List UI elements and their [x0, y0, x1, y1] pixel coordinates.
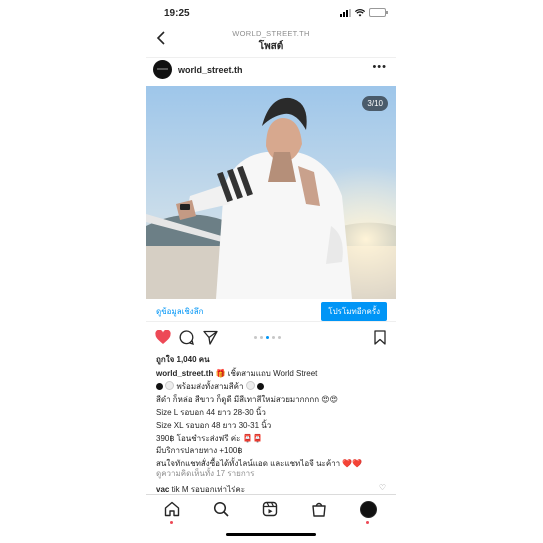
image-counter: 3/10 — [362, 96, 388, 111]
cellular-signal-icon — [340, 8, 351, 17]
post-actions — [146, 329, 396, 350]
post-caption: world_street.th 🎁 เชิ้ตสามแถบ World Stre… — [156, 368, 388, 471]
page-title: โพสต์ — [258, 41, 284, 52]
home-indicator — [226, 533, 316, 536]
comment-icon — [179, 330, 194, 345]
carousel-dot — [254, 336, 257, 339]
post-photo — [146, 86, 396, 299]
post-header: world_street.th ••• — [146, 59, 396, 83]
tab-home[interactable] — [164, 501, 180, 524]
caption-line: Size XL รอบอก 48 ยาว 30-31 นิ้ว — [156, 420, 272, 430]
likes-count[interactable]: ถูกใจ 1,040 คน — [156, 353, 210, 366]
white-heart-icon — [245, 380, 255, 390]
comment-username[interactable]: vac — [156, 485, 169, 494]
battery-icon — [369, 8, 388, 17]
caption-line: สีดำ ก็หล่อ สีขาว ก็ดูดี มีสีเทาสีใหม่สว… — [156, 394, 388, 407]
black-heart-icon — [156, 382, 163, 390]
notification-dot — [366, 521, 369, 524]
caption-text: เชิ้ตสามแถบ World Street — [227, 369, 318, 378]
caption-line: Size L รอบอก 44 ยาว 28-30 นิ้ว — [156, 407, 266, 417]
profile-avatar — [360, 501, 377, 518]
carousel-dot-active — [266, 336, 269, 339]
comment-button[interactable] — [179, 330, 194, 350]
view-comments-link[interactable]: ดูความคิดเห็นทั้ง 17 รายการ — [156, 467, 254, 480]
heart-filled-icon — [155, 329, 171, 344]
account-name: WORLD_STREET.TH — [232, 29, 310, 38]
carousel-dot — [260, 336, 263, 339]
caption-text: สีดำ ก็หล่อ สีขาว ก็ดูดี มีสีเทาสีใหม่สว… — [156, 394, 320, 404]
caption-text: พร้อมส่งทั้งสามสีค้า — [176, 381, 244, 391]
white-heart-icon — [165, 380, 175, 390]
caption-line: พร้อมส่งทั้งสามสีค้า — [156, 380, 388, 394]
carousel-dot — [272, 336, 275, 339]
status-bar: 19:25 — [146, 6, 396, 20]
boost-post-button[interactable]: โปรโมทอีกครั้ง — [321, 302, 387, 321]
bookmark-icon — [374, 330, 386, 345]
black-heart-icon — [256, 382, 264, 390]
promotion-bar: ดูข้อมูลเชิงลึก โปรโมทอีกครั้ง — [146, 299, 396, 322]
caption-line: 390฿ โอนชำระส่งฟรี ค่ะ 📮📮 — [156, 433, 388, 446]
shop-icon — [312, 502, 326, 517]
heart-eyes-emoji-icon: 😍😍 — [321, 394, 338, 404]
mailbox-emoji-icon: 📮📮 — [242, 433, 263, 443]
tab-reels[interactable] — [262, 501, 278, 517]
share-button[interactable] — [203, 330, 218, 350]
like-button[interactable] — [155, 329, 171, 350]
caption-line: มีบริการปลายทาง +100฿ — [156, 446, 243, 456]
comment-like-icon[interactable]: ♡ — [379, 483, 386, 492]
comment-text: tik M รอบอกเท่าไร่คะ — [171, 485, 245, 494]
post-image[interactable]: 3/10 — [146, 86, 396, 299]
send-icon — [203, 330, 218, 345]
caption-line: world_street.th 🎁 เชิ้ตสามแถบ World Stre… — [156, 368, 388, 381]
notification-dot — [170, 521, 173, 524]
avatar[interactable] — [153, 60, 172, 79]
carousel-dot — [278, 336, 281, 339]
view-insights-link[interactable]: ดูข้อมูลเชิงลึก — [156, 305, 203, 318]
tab-shop[interactable] — [311, 501, 327, 517]
caption-text: 390฿ โอนชำระส่งฟรี ค่ะ — [156, 433, 241, 443]
save-button[interactable] — [374, 330, 386, 350]
tab-search[interactable] — [213, 501, 229, 517]
bottom-tab-bar — [146, 494, 396, 527]
more-options-icon[interactable]: ••• — [372, 61, 387, 73]
reels-icon — [262, 501, 278, 517]
status-icons — [340, 8, 388, 17]
instagram-post-screen: 19:25 WORLD_STREET.TH โพสต์ world_street… — [146, 0, 396, 543]
wifi-icon — [355, 8, 365, 16]
gift-emoji-icon: 🎁 — [215, 369, 226, 378]
red-heart-emoji-icon: ❤️❤️ — [342, 459, 363, 469]
caption-username[interactable]: world_street.th — [156, 369, 213, 378]
search-icon — [213, 501, 229, 517]
carousel-indicator — [254, 336, 281, 339]
tab-profile[interactable] — [360, 501, 377, 524]
post-username[interactable]: world_street.th — [178, 65, 243, 75]
home-icon — [164, 501, 180, 517]
status-time: 19:25 — [164, 8, 190, 19]
page-header: WORLD_STREET.TH โพสต์ — [146, 27, 396, 58]
